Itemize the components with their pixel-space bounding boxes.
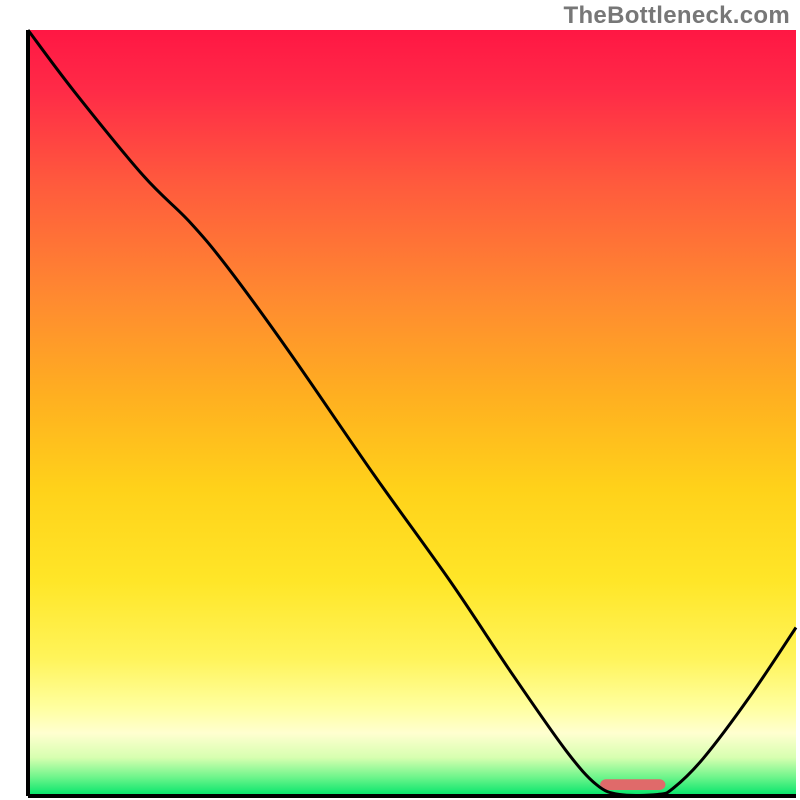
chart-frame: TheBottleneck.com — [0, 0, 800, 800]
plot-background — [28, 30, 796, 796]
optimal-range-marker — [600, 779, 665, 790]
bottleneck-chart — [0, 0, 800, 800]
